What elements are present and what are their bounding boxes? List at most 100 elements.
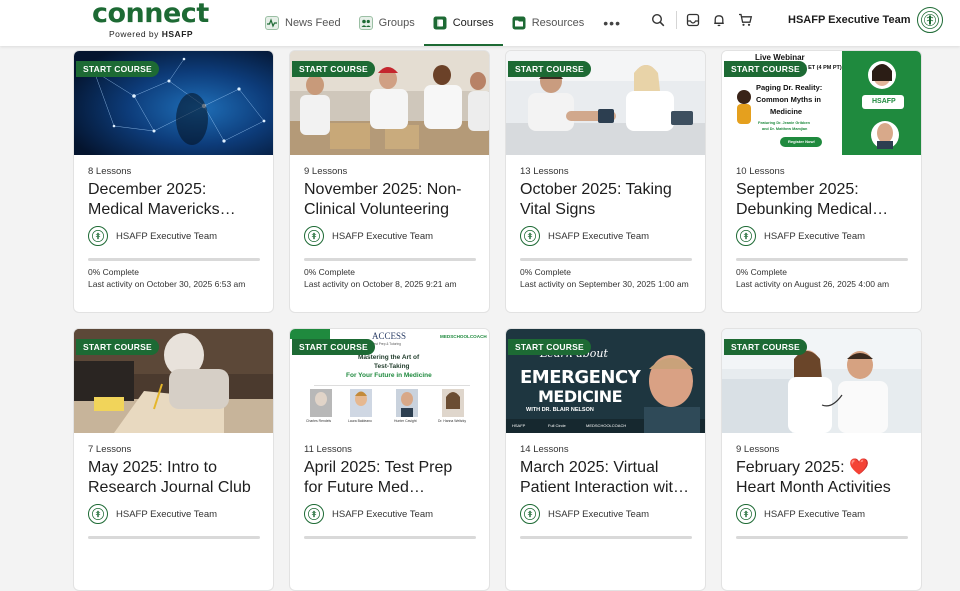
- nav-resources-label: Resources: [531, 17, 585, 29]
- hsafp-seal-icon: [92, 230, 104, 242]
- nav-resources[interactable]: Resources: [503, 0, 594, 46]
- last-activity: Last activity on October 30, 2025 6:53 a…: [88, 279, 246, 289]
- last-activity: Last activity on October 8, 2025 9:21 am: [304, 279, 457, 289]
- progress-label: 0% Complete: [88, 267, 140, 277]
- course-title[interactable]: April 2025: Test Prep for Future Med…: [304, 458, 484, 498]
- more-menu-button[interactable]: •••: [593, 0, 631, 46]
- testprep-title-2: Test-Taking: [374, 363, 410, 370]
- user-menu[interactable]: HSAFP Executive Team: [788, 0, 944, 40]
- course-card[interactable]: Learn about EMERGENCY MEDICINE WITH DR. …: [505, 328, 706, 591]
- speaker-name-3: Hunter Cavight: [394, 419, 417, 423]
- author-name: HSAFP Executive Team: [332, 508, 434, 520]
- author-name: HSAFP Executive Team: [764, 508, 866, 520]
- start-course-badge[interactable]: START COURSE: [76, 61, 159, 77]
- webinar-org: HSAFP: [872, 98, 896, 105]
- author-name: HSAFP Executive Team: [116, 230, 218, 242]
- messages-button[interactable]: [683, 10, 703, 30]
- progress-bar: [736, 536, 908, 539]
- hsafp-seal-icon: [740, 508, 752, 520]
- toolbar-divider: [676, 11, 677, 29]
- access-logo: ACCESS: [372, 331, 407, 341]
- lesson-count: 14 Lessons: [520, 444, 569, 455]
- course-title[interactable]: September 2025: Debunking Medical…: [736, 180, 916, 220]
- author-avatar: [520, 226, 540, 246]
- progress-bar: [736, 258, 908, 261]
- hsafp-seal-icon: [92, 508, 104, 520]
- search-button[interactable]: [648, 10, 668, 30]
- course-author[interactable]: HSAFP Executive Team: [88, 226, 217, 246]
- nav-courses-label: Courses: [452, 17, 494, 29]
- start-course-badge[interactable]: START COURSE: [508, 339, 591, 355]
- author-avatar: [736, 504, 756, 524]
- progress-bar: [304, 258, 476, 261]
- course-author[interactable]: HSAFP Executive Team: [736, 504, 865, 524]
- folder-icon: [512, 16, 526, 30]
- lesson-count: 11 Lessons: [304, 444, 352, 455]
- course-card[interactable]: START COURSE 8 Lessons December 2025: Med…: [73, 50, 274, 313]
- user-avatar[interactable]: [917, 7, 944, 33]
- course-title[interactable]: February 2025: ❤️ Heart Month Activities: [736, 458, 916, 498]
- course-grid: START COURSE 8 Lessons December 2025: Med…: [73, 50, 922, 591]
- course-author[interactable]: HSAFP Executive Team: [304, 504, 433, 524]
- emergency-presenter: WITH DR. BLAIR NELSON: [526, 407, 594, 413]
- course-card[interactable]: START COURSE 7 Lessons May 2025: Intro t…: [73, 328, 274, 591]
- course-card[interactable]: START COURSE 13 Lessons October 2025: Ta…: [505, 50, 706, 313]
- course-title[interactable]: November 2025: Non- Clinical Volunteering: [304, 180, 484, 220]
- author-name: HSAFP Executive Team: [764, 230, 866, 242]
- course-title[interactable]: December 2025: Medical Mavericks…: [88, 180, 268, 220]
- notifications-button[interactable]: [709, 10, 729, 30]
- hsafp-seal-icon: [921, 11, 940, 29]
- lesson-count: 8 Lessons: [88, 166, 132, 177]
- hsafp-seal-icon: [740, 230, 752, 242]
- start-course-badge[interactable]: START COURSE: [724, 339, 807, 355]
- lesson-count: 13 Lessons: [520, 166, 569, 177]
- webinar-featuring-2: and Dr. Matthew Mamjian: [762, 127, 808, 131]
- course-title[interactable]: March 2025: Virtual Patient Interaction w…: [520, 458, 700, 498]
- course-card[interactable]: ACCESS Test Prep & Tutoring MEDSCHOOLCOA…: [289, 328, 490, 591]
- course-card[interactable]: START COURSE 9 Lessons February 2025: ❤️…: [721, 328, 922, 591]
- progress-bar: [88, 258, 260, 261]
- lesson-count: 9 Lessons: [736, 444, 780, 455]
- activity-icon: [265, 16, 279, 30]
- progress-label: 0% Complete: [736, 267, 788, 277]
- medschoolcoach-logo: MEDSCHOOLCOACH: [440, 334, 487, 339]
- cart-icon: [738, 13, 752, 26]
- nav-news-feed[interactable]: News Feed: [256, 0, 350, 46]
- emergency-title-2: EMERGENCY: [520, 367, 641, 388]
- user-name: HSAFP Executive Team: [788, 14, 911, 26]
- book-icon: [433, 16, 447, 30]
- webinar-title-2: Common Myths in: [756, 95, 821, 104]
- author-avatar: [304, 504, 324, 524]
- inbox-icon: [686, 13, 700, 27]
- progress-bar: [304, 536, 476, 539]
- author-name: HSAFP Executive Team: [548, 508, 650, 520]
- cart-button[interactable]: [735, 10, 755, 30]
- connect-logo[interactable]: connect Powered by HSAFP: [92, 0, 209, 42]
- nav-groups[interactable]: Groups: [350, 0, 424, 46]
- course-title[interactable]: May 2025: Intro to Research Journal Club: [88, 458, 268, 498]
- webinar-title-3: Medicine: [770, 107, 803, 116]
- course-author[interactable]: HSAFP Executive Team: [304, 226, 433, 246]
- nav-news-feed-label: News Feed: [285, 17, 341, 29]
- course-author[interactable]: HSAFP Executive Team: [520, 504, 649, 524]
- course-title[interactable]: October 2025: Taking Vital Signs: [520, 180, 700, 220]
- footer-logo-2: Full Circle: [548, 423, 566, 428]
- groups-icon: [358, 16, 373, 30]
- author-name: HSAFP Executive Team: [548, 230, 650, 242]
- emergency-title-3: MEDICINE: [538, 387, 623, 406]
- course-card[interactable]: START COURSE 9 Lessons November 2025: No…: [289, 50, 490, 313]
- course-card[interactable]: Live Webinar M ET (4 PM PT) Paging Dr. R…: [721, 50, 922, 313]
- progress-label: 0% Complete: [304, 267, 356, 277]
- start-course-badge[interactable]: START COURSE: [292, 61, 375, 77]
- last-activity: Last activity on August 26, 2025 4:00 am: [736, 279, 890, 289]
- start-course-badge[interactable]: START COURSE: [724, 61, 807, 77]
- start-course-badge[interactable]: START COURSE: [508, 61, 591, 77]
- course-author[interactable]: HSAFP Executive Team: [88, 504, 217, 524]
- last-activity: Last activity on September 30, 2025 1:00…: [520, 279, 689, 289]
- nav-courses[interactable]: Courses: [423, 0, 503, 46]
- webinar-register-button: Register Now!: [788, 139, 815, 144]
- start-course-badge[interactable]: START COURSE: [76, 339, 159, 355]
- course-author[interactable]: HSAFP Executive Team: [520, 226, 649, 246]
- course-author[interactable]: HSAFP Executive Team: [736, 226, 865, 246]
- start-course-badge[interactable]: START COURSE: [292, 339, 375, 355]
